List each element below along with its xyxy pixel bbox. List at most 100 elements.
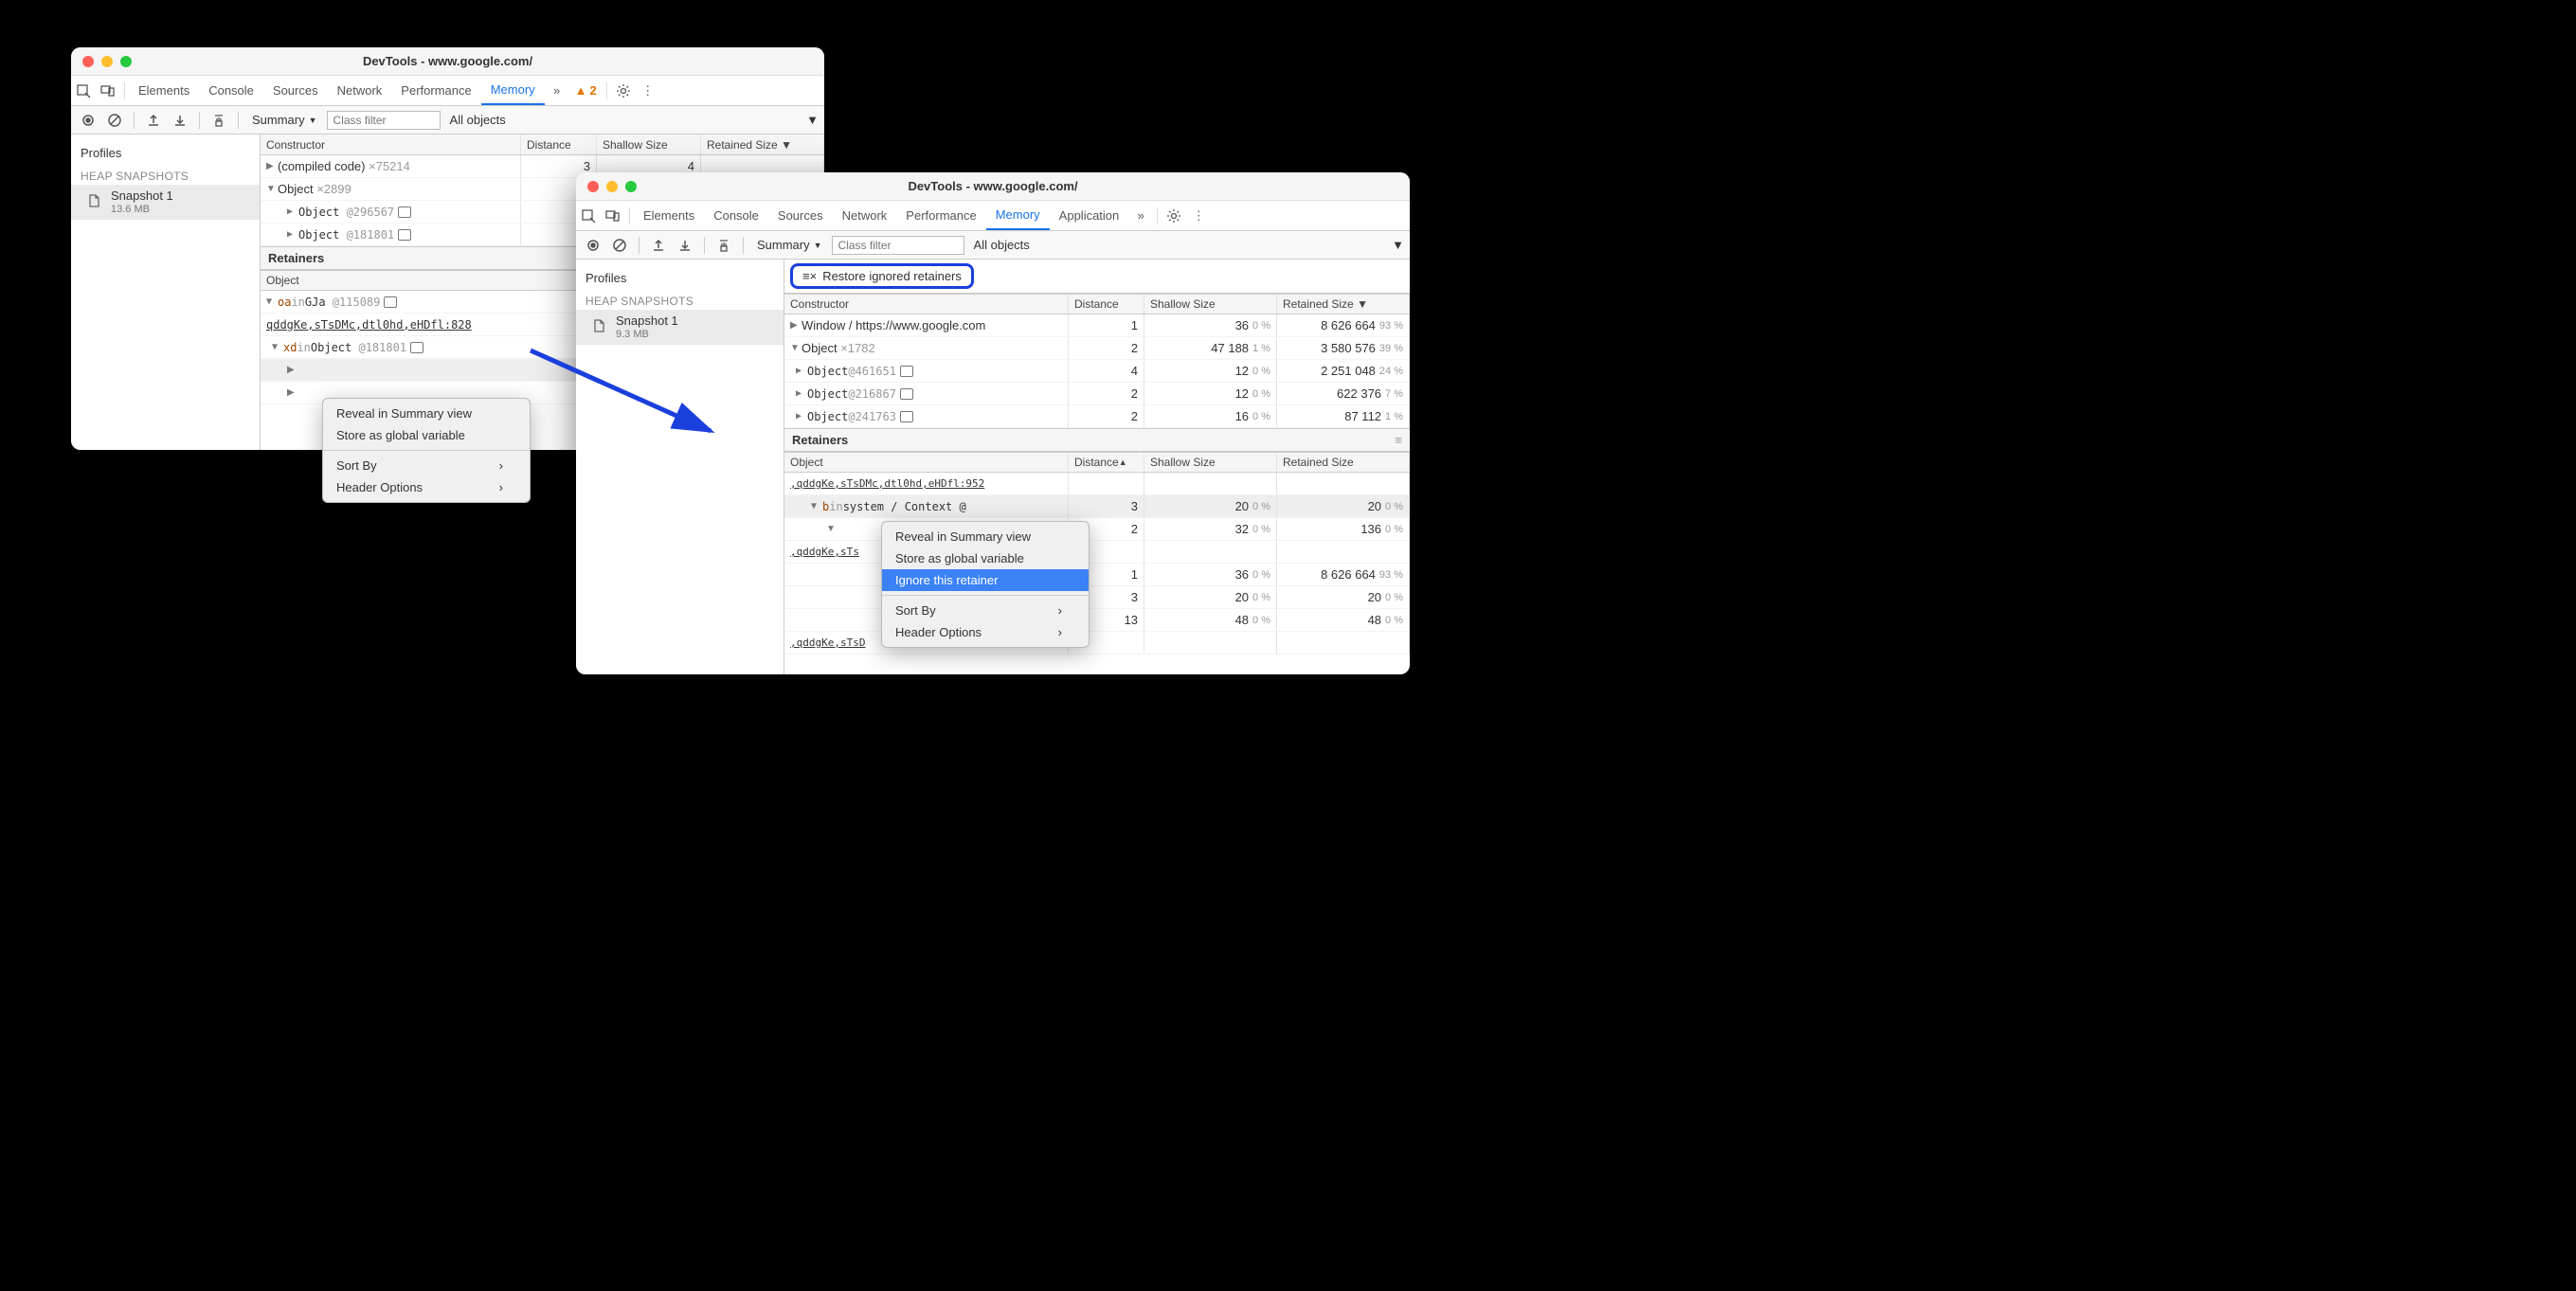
scope-select[interactable]: All objects bbox=[968, 236, 1036, 254]
col-retained[interactable]: Retained Size bbox=[1277, 453, 1410, 472]
view-select[interactable]: Summary▼ bbox=[246, 111, 323, 129]
minimize-icon[interactable] bbox=[606, 181, 618, 192]
close-icon[interactable] bbox=[587, 181, 599, 192]
menu-lines-icon[interactable]: ≡ bbox=[1395, 433, 1402, 447]
scope-select[interactable]: All objects bbox=[444, 111, 512, 129]
triangle-right-icon[interactable]: ▶ bbox=[287, 229, 297, 240]
triangle-down-icon[interactable]: ▼ bbox=[790, 343, 800, 353]
inspect-icon[interactable] bbox=[71, 79, 96, 103]
table-row[interactable]: ▶Object @241763 2 160 % 87 1121 % bbox=[784, 405, 1410, 428]
table-row[interactable]: ▶Object @216867 2 120 % 622 3767 % bbox=[784, 383, 1410, 405]
triangle-right-icon[interactable]: ▶ bbox=[796, 411, 805, 421]
inspect-icon[interactable] bbox=[576, 204, 601, 228]
tab-network[interactable]: Network bbox=[833, 201, 897, 230]
snapshot-item[interactable]: Snapshot 1 13.6 MB bbox=[71, 185, 260, 220]
triangle-down-icon[interactable]: ▼ bbox=[811, 501, 820, 511]
col-retained[interactable]: Retained Size ▼ bbox=[1277, 295, 1410, 314]
more-tabs-icon[interactable]: » bbox=[1128, 204, 1153, 228]
clear-icon[interactable] bbox=[103, 109, 126, 132]
settings-icon[interactable] bbox=[1162, 204, 1186, 228]
col-object[interactable]: Object bbox=[784, 453, 1069, 472]
col-distance[interactable]: Distance bbox=[1069, 295, 1144, 314]
col-shallow[interactable]: Shallow Size bbox=[1144, 453, 1277, 472]
more-tabs-icon[interactable]: » bbox=[545, 79, 569, 103]
retainer-row[interactable]: 3 200 % 200 % bbox=[784, 586, 1410, 609]
menu-sort-by[interactable]: Sort By› bbox=[323, 455, 530, 476]
download-icon[interactable] bbox=[169, 109, 191, 132]
close-icon[interactable] bbox=[82, 56, 94, 67]
tab-memory[interactable]: Memory bbox=[986, 201, 1050, 230]
gc-icon[interactable] bbox=[712, 234, 735, 257]
retainer-link-row[interactable]: ,qddgKe,sTsD bbox=[784, 632, 1410, 654]
caret-down-icon[interactable]: ▼ bbox=[1392, 238, 1404, 252]
tab-memory[interactable]: Memory bbox=[481, 76, 545, 105]
col-distance[interactable]: Distance bbox=[521, 134, 597, 154]
col-retained[interactable]: Retained Size ▼ bbox=[701, 134, 824, 154]
menu-store-global[interactable]: Store as global variable bbox=[323, 424, 530, 446]
warning-badge[interactable]: ▲2 bbox=[569, 83, 603, 98]
triangle-down-icon[interactable]: ▼ bbox=[266, 184, 276, 194]
gc-icon[interactable] bbox=[207, 109, 230, 132]
menu-reveal-summary[interactable]: Reveal in Summary view bbox=[323, 403, 530, 424]
col-shallow[interactable]: Shallow Size bbox=[597, 134, 701, 154]
settings-icon[interactable] bbox=[611, 79, 636, 103]
menu-ignore-retainer[interactable]: Ignore this retainer bbox=[882, 569, 1089, 591]
col-constructor[interactable]: Constructor bbox=[784, 295, 1069, 314]
triangle-down-icon[interactable]: ▼ bbox=[272, 342, 281, 352]
zoom-icon[interactable] bbox=[625, 181, 637, 192]
menu-sort-by[interactable]: Sort By› bbox=[882, 600, 1089, 621]
triangle-right-icon[interactable]: ▶ bbox=[287, 387, 297, 398]
tab-sources[interactable]: Sources bbox=[768, 201, 833, 230]
menu-header-options[interactable]: Header Options› bbox=[882, 621, 1089, 643]
table-row[interactable]: ▼Object ×1782 2 47 1881 % 3 580 57639 % bbox=[784, 337, 1410, 360]
kebab-icon[interactable]: ⋮ bbox=[636, 79, 660, 103]
retainer-row[interactable]: ▼ 2 320 % 1360 % bbox=[784, 518, 1410, 541]
triangle-right-icon[interactable]: ▶ bbox=[287, 206, 297, 217]
upload-icon[interactable] bbox=[647, 234, 670, 257]
menu-header-options[interactable]: Header Options› bbox=[323, 476, 530, 498]
tab-sources[interactable]: Sources bbox=[263, 76, 328, 105]
restore-ignored-button[interactable]: ≡× Restore ignored retainers bbox=[790, 263, 974, 289]
col-shallow[interactable]: Shallow Size bbox=[1144, 295, 1277, 314]
record-icon[interactable] bbox=[77, 109, 99, 132]
retainer-link-row[interactable]: ,qddgKe,sTs bbox=[784, 541, 1410, 564]
menu-store-global[interactable]: Store as global variable bbox=[882, 547, 1089, 569]
col-distance[interactable]: Distance▲ bbox=[1069, 453, 1144, 472]
retainer-row[interactable]: ▼b in system / Context @ 3 200 % 200 % bbox=[784, 495, 1410, 518]
col-constructor[interactable]: Constructor bbox=[261, 134, 521, 154]
triangle-right-icon[interactable]: ▶ bbox=[796, 388, 805, 399]
triangle-down-icon[interactable]: ▼ bbox=[266, 296, 276, 307]
snapshot-item[interactable]: Snapshot 1 9.3 MB bbox=[576, 310, 784, 345]
tab-application[interactable]: Application bbox=[1050, 201, 1129, 230]
retainer-link-row[interactable]: ,qddgKe,sTsDMc,dtl0hd,eHDfl:952 bbox=[784, 473, 1410, 495]
tab-elements[interactable]: Elements bbox=[634, 201, 704, 230]
retainer-row[interactable]: 1 360 % 8 626 66493 % bbox=[784, 564, 1410, 586]
record-icon[interactable] bbox=[582, 234, 604, 257]
triangle-down-icon[interactable]: ▼ bbox=[826, 524, 836, 534]
device-toggle-icon[interactable] bbox=[96, 79, 120, 103]
kebab-icon[interactable]: ⋮ bbox=[1186, 204, 1211, 228]
triangle-right-icon[interactable]: ▶ bbox=[790, 320, 800, 331]
minimize-icon[interactable] bbox=[101, 56, 113, 67]
upload-icon[interactable] bbox=[142, 109, 165, 132]
table-row[interactable]: ▶Object @461651 4 120 % 2 251 04824 % bbox=[784, 360, 1410, 383]
tab-elements[interactable]: Elements bbox=[129, 76, 199, 105]
device-toggle-icon[interactable] bbox=[601, 204, 625, 228]
caret-down-icon[interactable]: ▼ bbox=[806, 113, 819, 127]
tab-console[interactable]: Console bbox=[199, 76, 263, 105]
tab-performance[interactable]: Performance bbox=[391, 76, 480, 105]
triangle-right-icon[interactable]: ▶ bbox=[266, 161, 276, 171]
retainer-row[interactable]: 13 480 % 480 % bbox=[784, 609, 1410, 632]
triangle-right-icon[interactable]: ▶ bbox=[796, 366, 805, 376]
table-row[interactable]: ▶Window / https://www.google.com 1 360 %… bbox=[784, 314, 1410, 337]
triangle-right-icon[interactable]: ▶ bbox=[287, 365, 297, 375]
tab-console[interactable]: Console bbox=[704, 201, 768, 230]
download-icon[interactable] bbox=[674, 234, 696, 257]
class-filter-input[interactable] bbox=[832, 236, 964, 255]
clear-icon[interactable] bbox=[608, 234, 631, 257]
class-filter-input[interactable] bbox=[327, 111, 441, 130]
menu-reveal-summary[interactable]: Reveal in Summary view bbox=[882, 526, 1089, 547]
tab-network[interactable]: Network bbox=[328, 76, 392, 105]
tab-performance[interactable]: Performance bbox=[896, 201, 985, 230]
view-select[interactable]: Summary▼ bbox=[751, 236, 828, 254]
